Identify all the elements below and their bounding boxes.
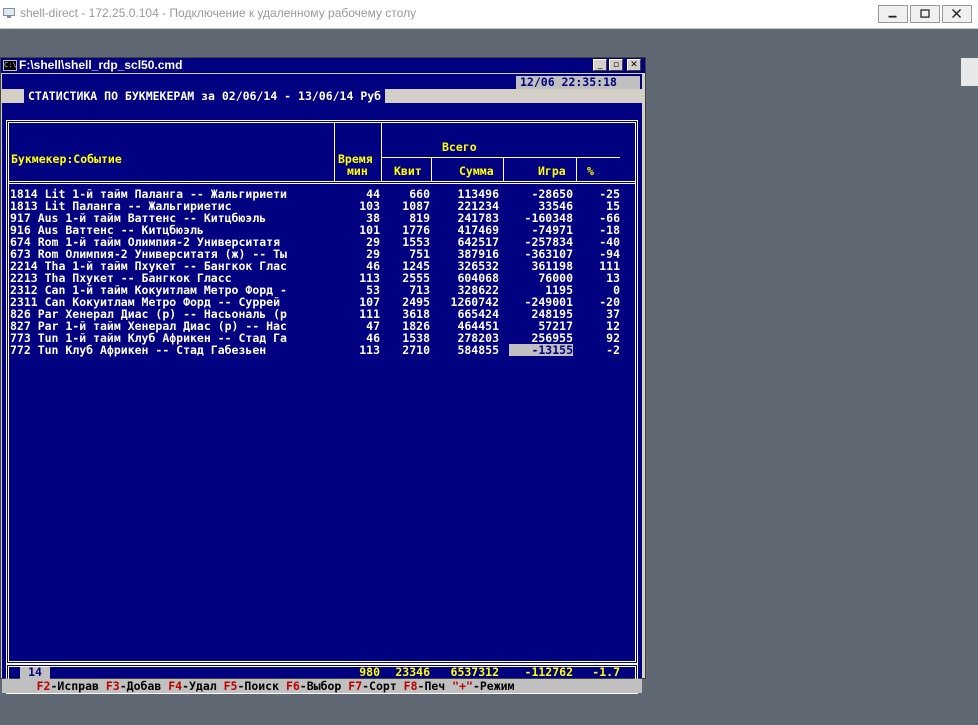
cell-summa: 584855: [457, 343, 499, 357]
header-time-line2: мин: [347, 164, 368, 178]
fkey-label: -Печ: [417, 679, 453, 693]
header-vline-5: [576, 158, 577, 181]
restore-icon: ▫: [612, 60, 620, 70]
fkey-key: F3: [105, 679, 120, 693]
datetime-display: 12/06 22:35:18: [516, 76, 640, 89]
fkey-item[interactable]: F7-Сорт: [348, 679, 403, 693]
fkey-key: F6: [285, 679, 300, 693]
fkey-label: -Выбор: [299, 679, 349, 693]
header-vline-1: [334, 123, 335, 181]
fkey-key: F2: [36, 679, 51, 693]
rdp-title-bar[interactable]: shell-direct - 172.25.0.104 - Подключени…: [0, 0, 978, 29]
header-divider-total: [382, 157, 620, 158]
total-pct: -1.7: [592, 665, 620, 679]
cell-event: 772 Tun Клуб Африкен -- Стад Габезьен: [10, 343, 267, 357]
fkey-label: -Добав: [119, 679, 169, 693]
close-icon: ✕: [630, 60, 638, 70]
console-icon: C:\: [3, 60, 17, 71]
fkey-key: "+": [452, 679, 473, 693]
total-time: 980: [359, 665, 380, 679]
header-summa: Сумма: [459, 164, 494, 178]
cell-pct: -2: [606, 343, 620, 357]
total-igra: -112762: [524, 665, 573, 679]
header-kvit: Квит: [394, 164, 422, 178]
fkey-item[interactable]: F4-Удал: [168, 679, 223, 693]
console-window-title: F:\shell\shell_rdp_scl50.cmd: [19, 58, 183, 72]
fkey-item[interactable]: "+"-Режим: [452, 679, 514, 693]
function-key-bar: F2-Исправ F3-Добав F4-Удал F5-Поиск F6-В…: [2, 679, 642, 693]
maximize-icon: [920, 9, 930, 18]
fkey-key: F7: [348, 679, 363, 693]
header-total: Всего: [442, 140, 477, 154]
minimize-icon: [888, 15, 897, 18]
fkey-item[interactable]: F6-Выбор: [286, 679, 348, 693]
report-title: СТАТИСТИКА ПО БУКМЕКЕРАМ за 02/06/14 - 1…: [24, 89, 386, 103]
cell-kvit: 2710: [402, 343, 430, 357]
console-minimize-button[interactable]: _: [593, 59, 607, 71]
total-kvit: 23346: [395, 665, 430, 679]
fkey-item[interactable]: F5-Поиск: [224, 679, 286, 693]
remote-desktop-icon: [3, 8, 15, 18]
close-icon: [952, 9, 962, 19]
fkey-key: F4: [168, 679, 183, 693]
console-window: C:\ F:\shell\shell_rdp_scl50.cmd _ ▫ ✕ 1…: [0, 57, 646, 694]
console-title-bar[interactable]: C:\ F:\shell\shell_rdp_scl50.cmd _ ▫ ✕: [1, 58, 645, 73]
fkey-label: -Исправ: [50, 679, 106, 693]
header-vline-3: [431, 158, 432, 181]
fkey-item[interactable]: F8-Печ: [404, 679, 452, 693]
fkey-label: -Удал: [182, 679, 224, 693]
header-igra: Игра: [538, 164, 566, 178]
console-screen[interactable]: 12/06 22:35:18 СТАТИСТИКА ПО БУКМЕКЕРАМ …: [2, 74, 642, 694]
table-row[interactable]: 772 Tun Клуб Африкен -- Стад Габезьен 113…: [2, 344, 638, 356]
totals-row: 980 23346 6537312 -112762 -1.7: [2, 665, 642, 679]
fkey-label: -Режим: [472, 679, 515, 693]
minimize-button[interactable]: [878, 5, 908, 23]
console-restore-button[interactable]: ▫: [609, 59, 623, 71]
remote-desktop-area: C:\ F:\shell\shell_rdp_scl50.cmd _ ▫ ✕ 1…: [0, 29, 978, 725]
fkey-key: F8: [403, 679, 418, 693]
minimize-icon: _: [597, 60, 603, 70]
console-close-button[interactable]: ✕: [627, 59, 641, 71]
console-scrollbar[interactable]: [643, 74, 645, 678]
report-title-bar: СТАТИСТИКА ПО БУКМЕКЕРАМ за 02/06/14 - 1…: [2, 89, 642, 103]
header-vline-4: [503, 158, 504, 181]
total-summa: 6537312: [450, 665, 499, 679]
cell-time: 113: [359, 343, 380, 357]
maximize-button[interactable]: [910, 5, 940, 23]
fkey-item[interactable]: F2-Исправ: [37, 679, 106, 693]
fkey-item[interactable]: F3-Добав: [106, 679, 168, 693]
header-pct: %: [587, 164, 594, 178]
cell-igra: -13155: [509, 344, 573, 356]
close-button[interactable]: [942, 5, 972, 23]
fkey-label: -Сорт: [362, 679, 404, 693]
rdp-scrollbar[interactable]: [961, 58, 978, 86]
fkey-key: F5: [223, 679, 238, 693]
header-event: Букмекер:Событие: [11, 152, 122, 166]
rdp-window-title: shell-direct - 172.25.0.104 - Подключени…: [20, 6, 417, 20]
header-vline-2: [381, 123, 382, 181]
fkey-padding: [2, 679, 37, 693]
fkey-label: -Поиск: [237, 679, 286, 693]
header-bottom-divider: [9, 181, 635, 184]
